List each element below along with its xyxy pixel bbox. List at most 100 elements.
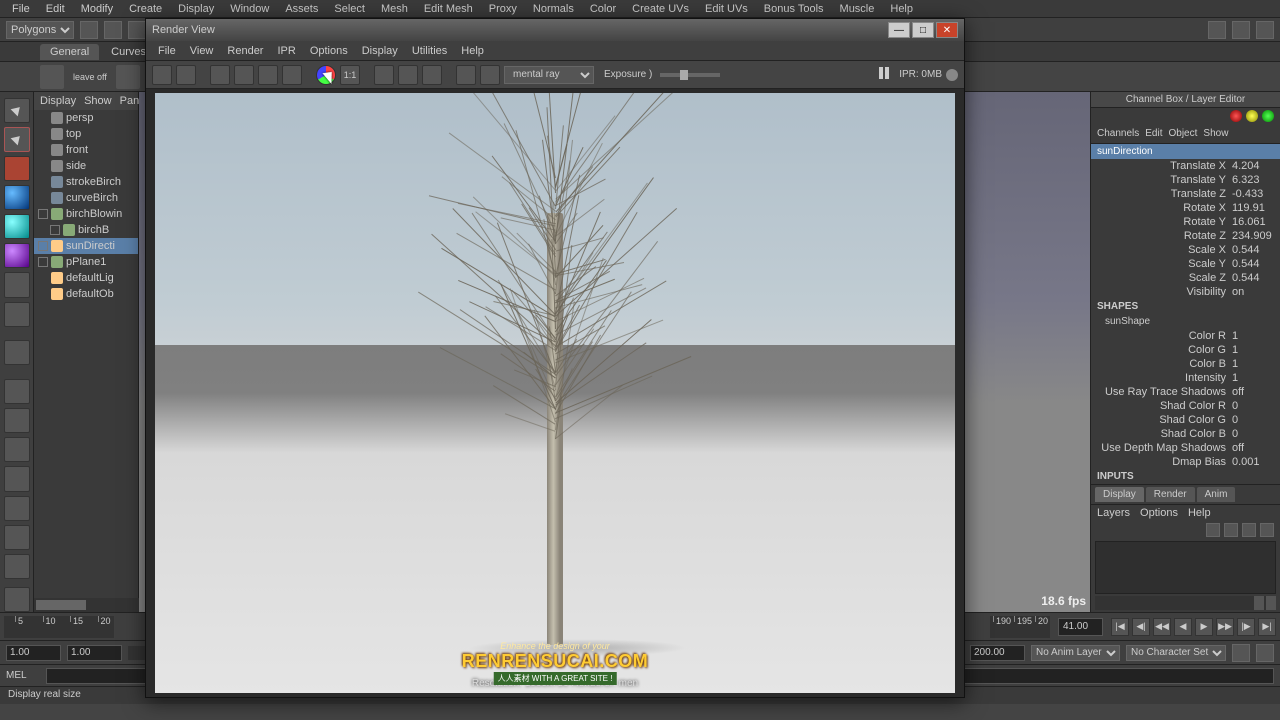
shelf-tab-general[interactable]: General (40, 44, 99, 60)
step-fwd-key-button[interactable]: |▶ (1237, 618, 1255, 636)
step-back-button[interactable]: ◀◀ (1153, 618, 1171, 636)
cb-menu-object[interactable]: Object (1169, 128, 1198, 141)
layout-graph[interactable] (4, 554, 30, 579)
menu-help[interactable]: Help (882, 1, 921, 17)
scale-tool[interactable] (4, 243, 30, 268)
layer-up-icon[interactable] (1224, 523, 1238, 537)
attr-value[interactable]: 1 (1232, 372, 1272, 384)
attr-value[interactable]: 1 (1232, 330, 1272, 342)
lasso-tool[interactable] (4, 127, 30, 152)
outliner-item[interactable]: persp (34, 110, 138, 126)
layout-four[interactable] (4, 408, 30, 433)
attr-value[interactable]: 0 (1232, 400, 1272, 412)
menu-createuvs[interactable]: Create UVs (624, 1, 697, 17)
layout-two-h[interactable] (4, 437, 30, 462)
window-close-button[interactable]: ✕ (936, 22, 958, 38)
range-end-field[interactable] (970, 645, 1025, 661)
current-frame-field[interactable]: 41.00 (1058, 618, 1103, 636)
channel-attr[interactable]: Translate X4.204 (1091, 159, 1280, 173)
attr-value[interactable]: 1 (1232, 344, 1272, 356)
paint-tool[interactable] (4, 156, 30, 181)
menu-file[interactable]: File (4, 1, 38, 17)
time-ruler-right[interactable]: 190 195 20 (990, 616, 1050, 638)
rv-ipr-pause-icon[interactable] (879, 67, 895, 83)
attr-value[interactable]: 16.061 (1232, 216, 1272, 228)
panel-toggle-icon[interactable] (1256, 21, 1274, 39)
character-set-select[interactable]: No Character Set (1126, 645, 1226, 661)
cb-object-name[interactable]: sunDirection (1091, 144, 1280, 159)
rv-exposure-slider[interactable] (660, 73, 720, 77)
manip-y-icon[interactable] (1246, 110, 1258, 122)
autokey-icon[interactable] (1232, 644, 1250, 662)
menu-assets[interactable]: Assets (277, 1, 326, 17)
attr-value[interactable]: 0.544 (1232, 244, 1272, 256)
channel-attr[interactable]: Scale X0.544 (1091, 243, 1280, 257)
channel-attr[interactable]: Scale Z0.544 (1091, 271, 1280, 285)
channel-attr[interactable]: Visibilityon (1091, 285, 1280, 299)
goto-end-button[interactable]: ▶| (1258, 618, 1276, 636)
rv-ipr-icon[interactable] (234, 65, 254, 85)
outliner-item[interactable]: sunDirecti (34, 238, 138, 254)
visibility-checkbox[interactable] (38, 209, 48, 219)
layout-persp-outl[interactable] (4, 496, 30, 521)
menu-edit[interactable]: Edit (38, 1, 73, 17)
outliner-menu-show[interactable]: Show (84, 95, 112, 107)
attr-value[interactable]: off (1232, 442, 1272, 454)
rv-menu-display[interactable]: Display (356, 43, 404, 59)
outliner-item[interactable]: birchB (34, 222, 138, 238)
layout-two-v[interactable] (4, 466, 30, 491)
outliner-item[interactable]: side (34, 158, 138, 174)
play-back-button[interactable]: ◀ (1174, 618, 1192, 636)
layout-single[interactable] (4, 379, 30, 404)
panel-toggle-icon[interactable] (1232, 21, 1250, 39)
menu-normals[interactable]: Normals (525, 1, 582, 17)
attr-value[interactable]: 0.544 (1232, 258, 1272, 270)
goto-start-button[interactable]: |◀ (1111, 618, 1129, 636)
attr-value[interactable]: 4.204 (1232, 160, 1272, 172)
channel-attr[interactable]: Color B1 (1091, 357, 1280, 371)
channel-attr[interactable]: Rotate Z234.909 (1091, 229, 1280, 243)
layers-menu-options[interactable]: Options (1140, 507, 1178, 519)
anim-layer-select[interactable]: No Anim Layer (1031, 645, 1120, 661)
soft-select-tool[interactable] (4, 302, 30, 327)
render-view-canvas[interactable]: Resolution: 1000x750 Renderer: men Enhan… (146, 89, 964, 697)
layer-tab-anim[interactable]: Anim (1197, 487, 1236, 502)
menu-create[interactable]: Create (121, 1, 170, 17)
outliner-item[interactable]: defaultLig (34, 270, 138, 286)
rv-render-globals-icon[interactable] (282, 65, 302, 85)
rv-redo-render-icon[interactable] (152, 65, 172, 85)
channel-attr[interactable]: Rotate X119.91 (1091, 201, 1280, 215)
channel-attr[interactable]: Use Ray Trace Shadowsoff (1091, 385, 1280, 399)
rv-snapshot-icon[interactable] (210, 65, 230, 85)
outliner-item[interactable]: top (34, 126, 138, 142)
rv-refresh-icon[interactable] (258, 65, 278, 85)
channel-attr[interactable]: Color R1 (1091, 329, 1280, 343)
menu-display[interactable]: Display (170, 1, 222, 17)
menu-select[interactable]: Select (326, 1, 373, 17)
attr-value[interactable]: 0.544 (1232, 272, 1272, 284)
rv-menu-utilities[interactable]: Utilities (406, 43, 453, 59)
channel-attr[interactable]: Dmap Bias0.001 (1091, 455, 1280, 469)
attr-value[interactable]: 1 (1232, 358, 1272, 370)
outliner-item[interactable]: pPlane1 (34, 254, 138, 270)
rv-menu-file[interactable]: File (152, 43, 182, 59)
attr-value[interactable]: 0 (1232, 414, 1272, 426)
outliner-menu-display[interactable]: Display (40, 95, 76, 107)
outliner-item[interactable]: birchBlowin (34, 206, 138, 222)
channel-attr[interactable]: Shad Color R0 (1091, 399, 1280, 413)
panel-toggle-icon[interactable] (1208, 21, 1226, 39)
layer-scroll-right[interactable] (1266, 596, 1276, 610)
select-tool[interactable] (4, 98, 30, 123)
rv-info-icon[interactable] (456, 65, 476, 85)
channel-attr[interactable]: Shad Color G0 (1091, 413, 1280, 427)
rotate-tool[interactable] (4, 214, 30, 239)
manip-x-icon[interactable] (1230, 110, 1242, 122)
menu-bonustools[interactable]: Bonus Tools (756, 1, 832, 17)
channel-attr[interactable]: Intensity1 (1091, 371, 1280, 385)
channel-attr[interactable]: Rotate Y16.061 (1091, 215, 1280, 229)
play-forward-button[interactable]: ▶ (1195, 618, 1213, 636)
menu-editmesh[interactable]: Edit Mesh (416, 1, 481, 17)
cb-shape-name[interactable]: sunShape (1091, 314, 1280, 329)
render-view-titlebar[interactable]: Render View — □ ✕ (146, 19, 964, 41)
layer-delete-icon[interactable] (1260, 523, 1274, 537)
